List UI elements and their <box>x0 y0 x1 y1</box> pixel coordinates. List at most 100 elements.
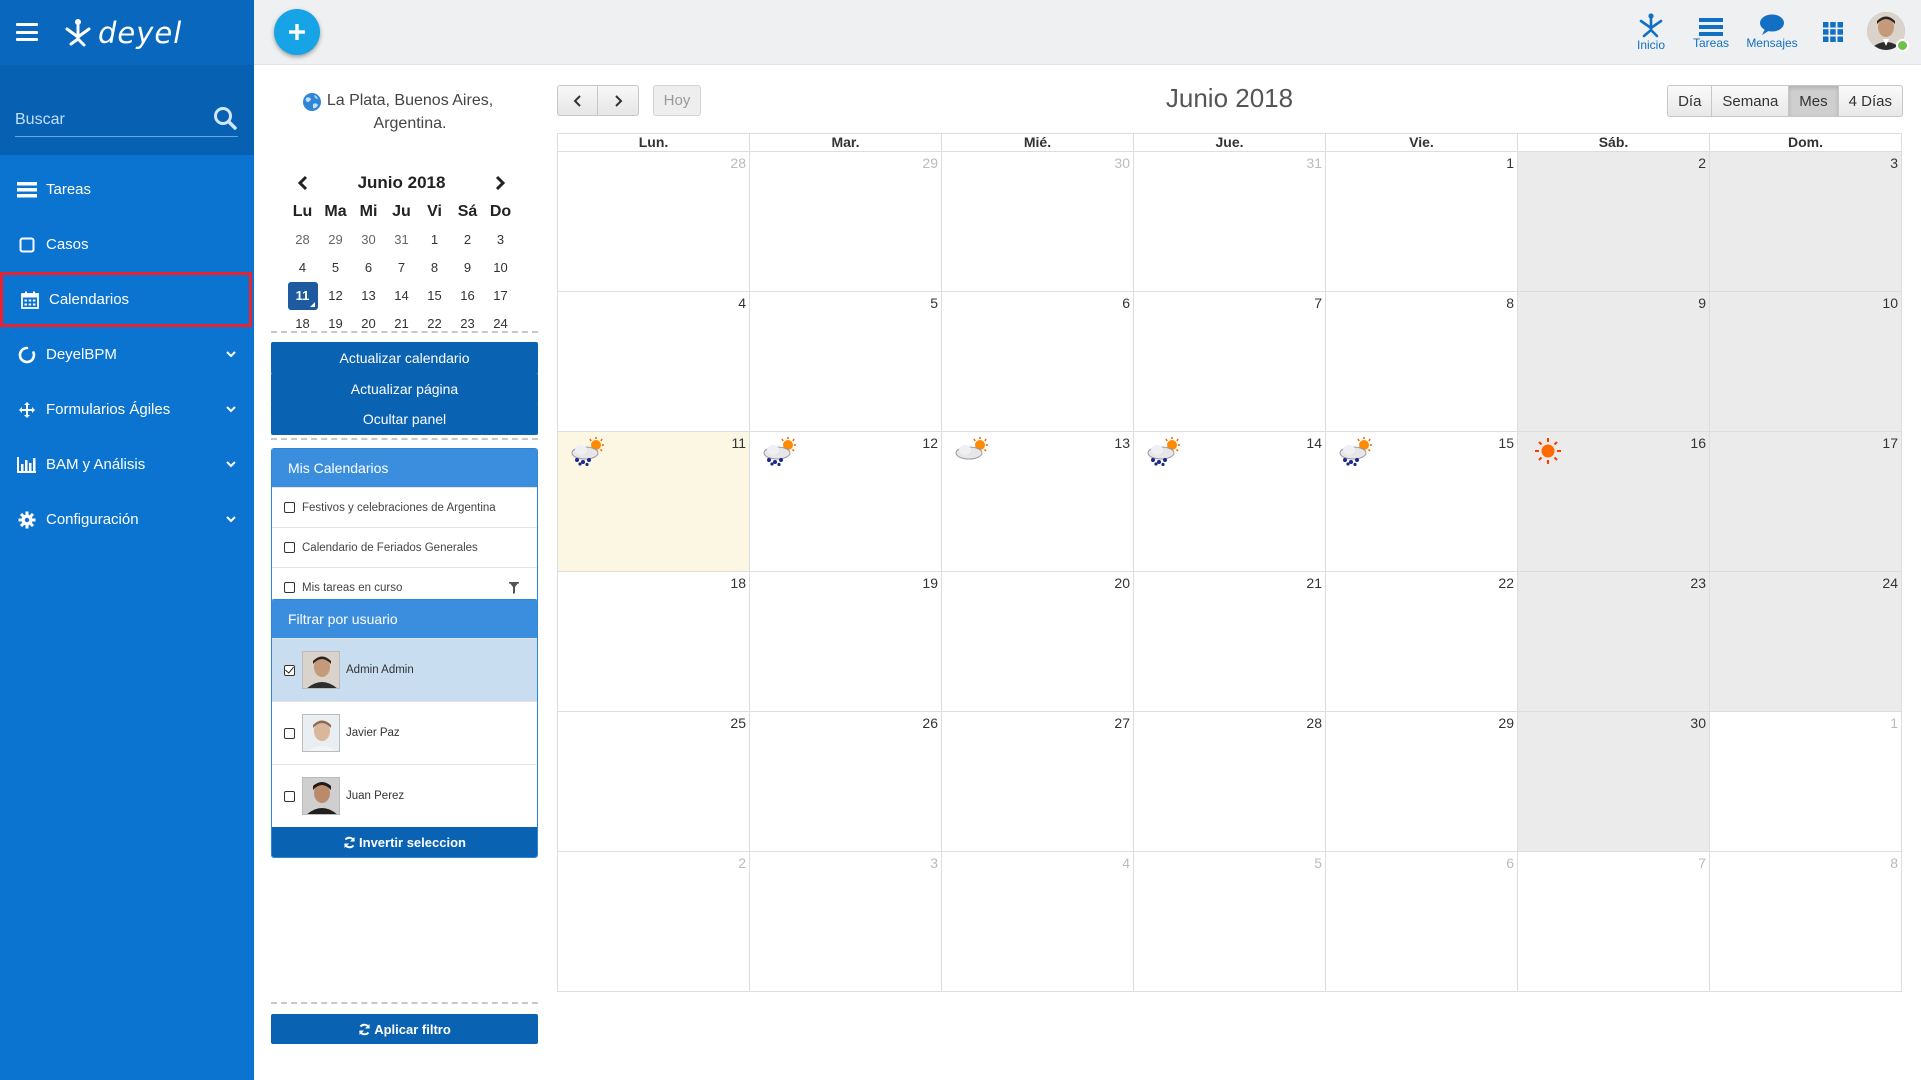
day-cell[interactable]: 14 <box>1134 432 1326 572</box>
day-cell[interactable]: 1 <box>1710 712 1902 852</box>
chevron-left-icon[interactable] <box>296 175 310 191</box>
mensajes-button[interactable]: Mensajes <box>1742 14 1802 50</box>
day-cell-today[interactable]: 11 <box>558 432 750 572</box>
day-cell[interactable]: 21 <box>1134 572 1326 712</box>
day-cell[interactable]: 3 <box>1710 152 1902 292</box>
day-cell[interactable]: 8 <box>1710 852 1902 992</box>
calendar-item-festivos[interactable]: Festivos y celebraciones de Argentina <box>272 487 537 527</box>
day-cell[interactable]: 26 <box>750 712 942 852</box>
day-cell[interactable]: 10 <box>1710 292 1902 432</box>
day-cell[interactable]: 28 <box>1134 712 1326 852</box>
user-row-juan[interactable]: Juan Perez <box>272 764 537 827</box>
sidebar-item-formularios-agiles[interactable]: Formularios Ágiles <box>0 382 254 437</box>
checkbox[interactable] <box>284 502 295 513</box>
day-cell[interactable]: 17 <box>1710 432 1902 572</box>
day-cell[interactable]: 23 <box>1518 572 1710 712</box>
tareas-button[interactable]: Tareas <box>1681 14 1741 50</box>
day-cell[interactable]: 3 <box>750 852 942 992</box>
deyel-logo[interactable]: deyel <box>62 14 222 52</box>
view-button-dia[interactable]: Día <box>1667 85 1713 117</box>
mini-calendar-day[interactable]: 4 <box>288 254 318 282</box>
mini-calendar-day[interactable]: 30 <box>354 226 384 254</box>
day-cell[interactable]: 15 <box>1326 432 1518 572</box>
day-cell[interactable]: 5 <box>750 292 942 432</box>
day-cell[interactable]: 8 <box>1326 292 1518 432</box>
today-button[interactable]: Hoy <box>653 85 701 116</box>
view-button-mes[interactable]: Mes <box>1789 85 1839 117</box>
invert-selection-button[interactable]: Invertir seleccion <box>272 827 537 857</box>
update-page-button[interactable]: Actualizar página <box>271 373 538 405</box>
sidebar-item-configuracion[interactable]: Configuración <box>0 492 254 547</box>
checkbox[interactable] <box>284 790 295 802</box>
day-cell[interactable]: 19 <box>750 572 942 712</box>
day-cell[interactable]: 13 <box>942 432 1134 572</box>
day-cell[interactable]: 4 <box>942 852 1134 992</box>
chevron-right-icon[interactable] <box>493 175 507 191</box>
mini-calendar-day[interactable]: 16 <box>453 282 483 310</box>
day-cell[interactable]: 7 <box>1134 292 1326 432</box>
checkbox[interactable] <box>284 542 295 553</box>
mini-calendar-day[interactable]: 18 <box>288 310 318 338</box>
sidebar-item-casos[interactable]: Casos <box>0 217 254 272</box>
mini-calendar-day[interactable]: 14 <box>387 282 417 310</box>
sidebar-item-deyelbpm[interactable]: DeyelBPM <box>0 327 254 382</box>
mini-calendar-day[interactable]: 31 <box>387 226 417 254</box>
day-cell[interactable]: 18 <box>558 572 750 712</box>
day-cell[interactable]: 30 <box>942 152 1134 292</box>
mini-calendar-day[interactable]: 12 <box>321 282 351 310</box>
next-month-button[interactable] <box>598 85 639 116</box>
day-cell[interactable]: 2 <box>1518 152 1710 292</box>
search-input[interactable] <box>15 107 195 133</box>
day-cell[interactable]: 30 <box>1518 712 1710 852</box>
prev-month-button[interactable] <box>557 85 598 116</box>
day-cell[interactable]: 24 <box>1710 572 1902 712</box>
mini-calendar-day[interactable]: 6 <box>354 254 384 282</box>
day-cell[interactable]: 5 <box>1134 852 1326 992</box>
mini-calendar-day[interactable]: 19 <box>321 310 351 338</box>
mini-calendar-day[interactable]: 3 <box>486 226 516 254</box>
inicio-button[interactable]: Inicio <box>1621 10 1681 52</box>
filter-icon[interactable] <box>509 582 519 594</box>
checkbox[interactable] <box>284 582 295 593</box>
mini-calendar-day[interactable]: 8 <box>420 254 450 282</box>
update-calendar-button[interactable]: Actualizar calendario <box>271 342 538 374</box>
user-row-admin[interactable]: Admin Admin <box>272 638 537 701</box>
day-cell[interactable]: 29 <box>1326 712 1518 852</box>
day-cell[interactable]: 6 <box>1326 852 1518 992</box>
mini-calendar-day[interactable]: 15 <box>420 282 450 310</box>
search-icon[interactable] <box>212 105 238 133</box>
mini-calendar-day[interactable]: 5 <box>321 254 351 282</box>
day-cell[interactable]: 12 <box>750 432 942 572</box>
day-cell[interactable]: 2 <box>558 852 750 992</box>
day-cell[interactable]: 29 <box>750 152 942 292</box>
mini-calendar-day[interactable]: 10 <box>486 254 516 282</box>
sidebar-item-bam-analisis[interactable]: BAM y Análisis <box>0 437 254 492</box>
day-cell[interactable]: 7 <box>1518 852 1710 992</box>
day-cell[interactable]: 1 <box>1326 152 1518 292</box>
day-cell[interactable]: 25 <box>558 712 750 852</box>
user-avatar[interactable] <box>1867 12 1909 54</box>
mini-calendar-today[interactable]: 11 <box>287 282 318 310</box>
mini-calendar-day[interactable]: 17 <box>486 282 516 310</box>
mini-calendar-day[interactable]: 21 <box>387 310 417 338</box>
mini-calendar-day[interactable]: 28 <box>288 226 318 254</box>
sidebar-item-calendarios[interactable]: Calendarios <box>0 272 252 327</box>
mini-calendar-day[interactable]: 23 <box>453 310 483 338</box>
apply-filter-button[interactable]: Aplicar filtro <box>271 1014 538 1044</box>
day-cell[interactable]: 16 <box>1518 432 1710 572</box>
mini-calendar-day[interactable]: 7 <box>387 254 417 282</box>
apps-grid-button[interactable] <box>1813 22 1853 45</box>
hamburger-menu-icon[interactable] <box>16 23 38 41</box>
mini-calendar-day[interactable]: 13 <box>354 282 384 310</box>
day-cell[interactable]: 4 <box>558 292 750 432</box>
sidebar-item-tareas[interactable]: Tareas <box>0 162 254 217</box>
user-row-javier[interactable]: Javier Paz <box>272 701 537 764</box>
day-cell[interactable]: 6 <box>942 292 1134 432</box>
mini-calendar-day[interactable]: 20 <box>354 310 384 338</box>
day-cell[interactable]: 27 <box>942 712 1134 852</box>
add-button[interactable] <box>274 9 320 55</box>
day-cell[interactable]: 31 <box>1134 152 1326 292</box>
day-cell[interactable]: 20 <box>942 572 1134 712</box>
mini-calendar-day[interactable]: 24 <box>486 310 516 338</box>
mini-calendar-day[interactable]: 2 <box>453 226 483 254</box>
